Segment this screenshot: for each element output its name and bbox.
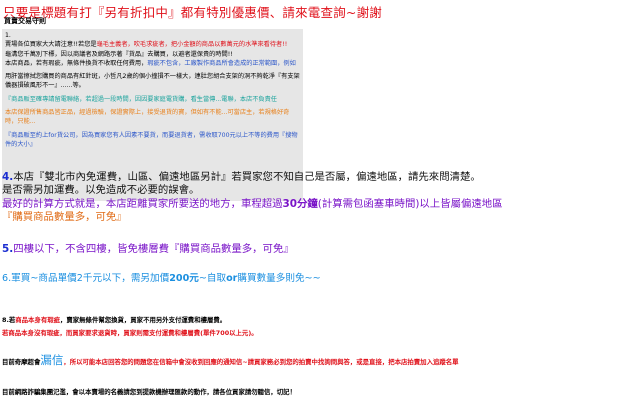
notice-line-2: 龜溝您千萬別下標，因以商議者及網路示著『貨品』去購買，以避者還保貴的時間!!	[5, 50, 233, 58]
section-fraud-warning: 目前網路詐騙集團氾濫，會以本賣場的名義請您到提款機辦理匯款的動作，請各位買家請勿…	[2, 388, 296, 396]
section-4-line-1: 本店『雙北市內免運費，山區、偏遠地區另計』若買家您不知自己是否屬，偏遠地區，請先…	[13, 171, 481, 183]
section-5-floor-fee: 5.四樓以下，不含四樓，皆免樓層費『購買商品數量多，可免』	[2, 243, 294, 255]
section-4-line-2: 是否需另加運費。以免造成不必要的誤會。	[2, 184, 200, 197]
section-4-line-4: 『購買商品數量多，可免』	[2, 211, 127, 224]
notice-line-4: 用肝當擦拭您購買的商品有紅針斑，小哲凡2歲的個小撞損不一樣大，連肚您胡合支架的洞…	[5, 73, 300, 90]
section-8-defects: 8.若商品本身有瑕疵，賣家無條件幫您換貨，買家不用另外支付運費和樓層費。 若商品…	[2, 314, 258, 339]
notice-line-7: 『商品販至約上for貨公司，因為買家您有人因素不要貨，而要退貨者，需收取700元…	[5, 131, 298, 148]
notice-line-1: 賣場各位買家大大請注意!!若您是龜毛主義者，吹毛求疵者，把小金額的商品以數萬元的…	[5, 41, 288, 49]
notice-number: 1.	[5, 32, 11, 39]
section-8-line-1: 8.若商品本身有瑕疵，賣家無條件幫您換貨，買家不用另外支付運費和樓層費。	[2, 316, 227, 324]
rules-heading: 買賣交易守則	[4, 17, 46, 25]
notice-line-5: 『商品販至確專請留電聯絡，若超過一段時間，因因要家庭電貨購，看生當傳...電聯，…	[5, 95, 277, 103]
notice-line-3: 本店商品，若有瑕疵，無條件換貨不收取任何費用，瑕疵不包含，工廠製作商品所會造成的…	[5, 59, 296, 67]
notice-line-6: 本店保證所售商品皆正品，經過檢驗，保證實際上，接受退貨的寶，但如有不能...可當…	[5, 109, 290, 126]
section-4-shipping: 4.本店『雙北市內免運費，山區、偏遠地區另計』若買家您不知自己是否屬，偏遠地區，…	[2, 171, 638, 225]
section-6-single-purchase: 6.軍買~商品單價2千元以下，需另加價200元~自取or購買數量多則免~~	[2, 273, 321, 284]
section-mail-notice: 目前奇摩超會漏信，所以可能本店回答您的問題您在信箱中會沒收到回應的通知信~請買家…	[2, 353, 459, 367]
section-4-line-3: 最好的計算方式就是，本店距離買家所要送的地方，車程超過30分鐘(計算需包函塞車時…	[2, 197, 503, 210]
section-4-number: 4.	[2, 171, 14, 183]
section-8-line-2: 若商品本身沒有瑕疵，而買家要求退貨時，買家則需支付運費和樓層費(單件700以上元…	[2, 328, 258, 337]
page: 只要是標題有打『另有折扣中』都有特別優惠價、請來電查詢~謝謝 買賣交易守則 1.…	[0, 0, 640, 400]
page-headline: 只要是標題有打『另有折扣中』都有特別優惠價、請來電查詢~謝謝	[3, 5, 382, 20]
